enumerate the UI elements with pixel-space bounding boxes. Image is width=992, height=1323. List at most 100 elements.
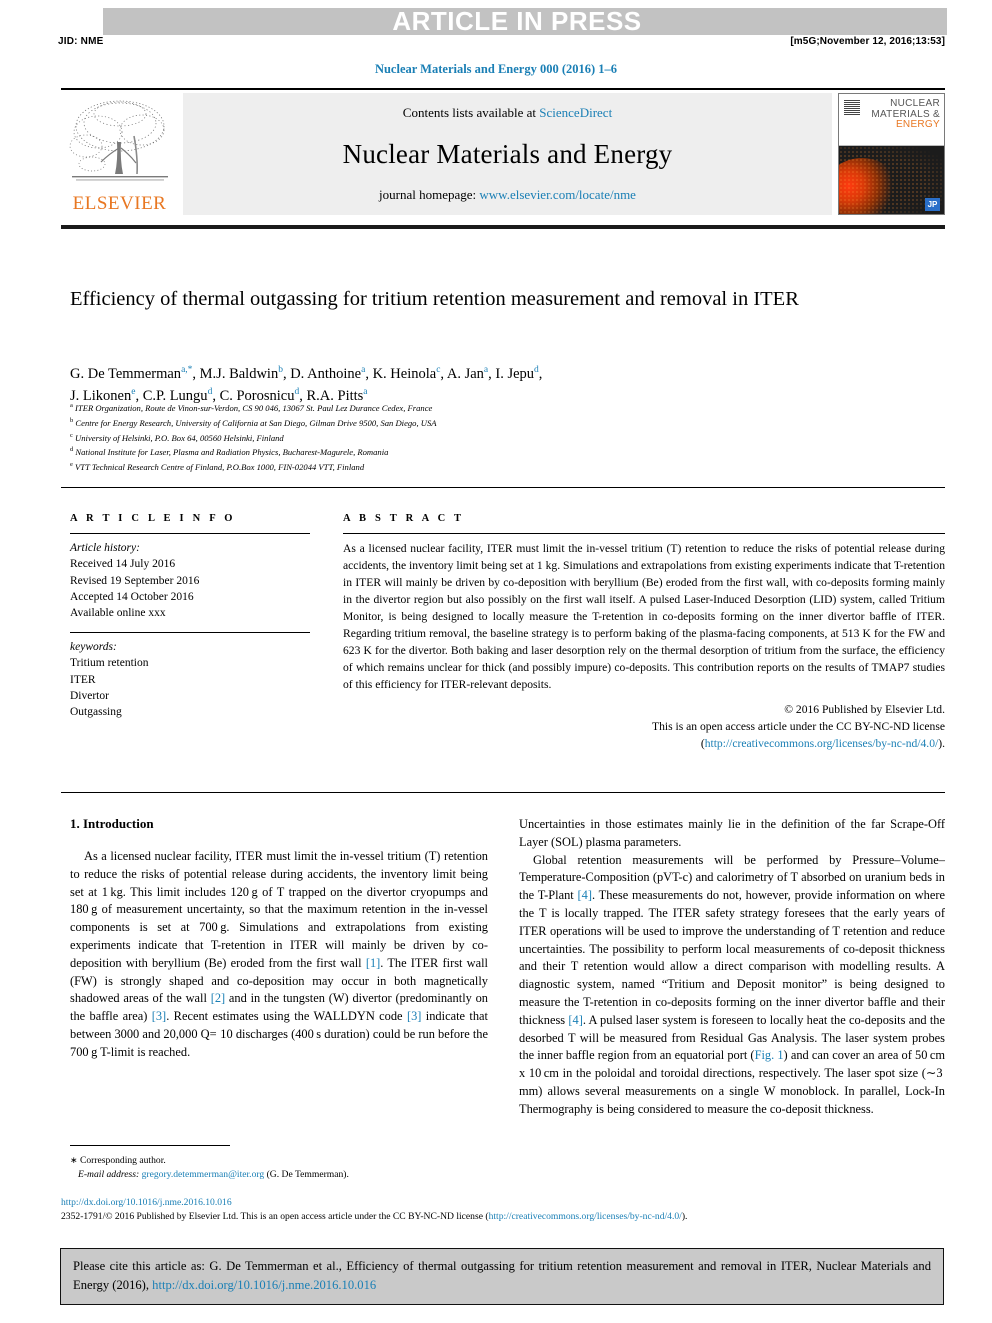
corresponding-author-text: Corresponding author. [79, 1155, 166, 1166]
elsevier-wordmark: ELSEVIER [72, 193, 167, 214]
copyright-line: © 2016 Published by Elsevier Ltd. [784, 703, 945, 717]
homepage-prefix: journal homepage: [379, 187, 480, 202]
citation-ref[interactable]: [3] [152, 1009, 166, 1023]
page-title: Efficiency of thermal outgassing for tri… [70, 287, 799, 310]
author-affil-mark: a [363, 387, 368, 398]
history-item: Received 14 July 2016 [70, 558, 176, 571]
article-in-press-banner: ARTICLE IN PRESS [103, 5, 947, 35]
keywords-block: keywords: Tritium retention ITER Diverto… [70, 639, 310, 721]
journal-reference-line: Nuclear Materials and Energy 000 (2016) … [374, 62, 618, 76]
citation-ref[interactable]: [4] [568, 1013, 582, 1027]
keywords-rule [70, 631, 310, 634]
abstract-body: As a licensed nuclear facility, ITER mus… [343, 542, 945, 692]
elsevier-logo: ELSEVIER [61, 93, 178, 215]
asterisk-icon: ∗ [70, 1155, 78, 1165]
masthead-bottom-rule [61, 225, 945, 229]
cite-doi-link[interactable]: http://dx.doi.org/10.1016/j.nme.2016.10.… [152, 1278, 376, 1292]
citation-ref[interactable]: [3] [407, 1009, 421, 1023]
body-left-column: 1. Introduction As a licensed nuclear fa… [70, 816, 488, 1062]
affiliation-item: a ITER Organization, Route de Vinon-sur-… [70, 401, 870, 416]
history-item: Accepted 14 October 2016 [70, 590, 194, 603]
keyword-item: Tritium retention [70, 657, 149, 670]
citation-ref[interactable]: [1] [366, 956, 380, 970]
footnote-rule [70, 1145, 230, 1146]
author-affil-mark: d [294, 387, 300, 398]
journal-title: Nuclear Materials and Energy [342, 138, 673, 169]
paren-close: ). [938, 736, 945, 750]
body-paragraph: Uncertainties in those estimates mainly … [519, 817, 945, 849]
author-affil-mark: a,* [181, 365, 193, 376]
affiliation-text: Centre for Energy Research, University o… [75, 417, 437, 428]
body-section-top-rule [61, 792, 945, 793]
masthead-top-rule [61, 88, 945, 90]
figure-ref[interactable]: Fig. 1 [755, 1048, 784, 1062]
affiliation-mark: a [70, 402, 73, 409]
footnote-block: ∗ Corresponding author. E-mail address: … [70, 1154, 490, 1183]
affiliation-mark: c [70, 431, 73, 439]
journal-homepage-link[interactable]: www.elsevier.com/locate/nme [479, 187, 636, 202]
please-cite-box: Please cite this article as: G. De Temme… [60, 1248, 944, 1305]
keyword-item: Outgassing [70, 706, 122, 719]
journal-cover-thumbnail: NUCLEAR MATERIALS & ENERGY JP [838, 93, 945, 215]
cover-top-band: NUCLEAR MATERIALS & ENERGY [839, 94, 944, 146]
corresponding-email-link[interactable]: gregory.detemmerman@iter.org [142, 1169, 265, 1180]
article-info-heading: A R T I C L E I N F O [70, 513, 236, 524]
elsevier-tree-icon [69, 100, 168, 181]
article-history-label: Article history: [70, 542, 140, 554]
doi-link[interactable]: http://dx.doi.org/10.1016/j.nme.2016.10.… [61, 1196, 945, 1210]
affiliation-text: ITER Organization, Route de Vinon-sur-Ve… [75, 402, 433, 413]
abstract-copyright: © 2016 Published by Elsevier Ltd. This i… [343, 702, 945, 752]
email-owner: (G. De Temmerman). [266, 1169, 349, 1181]
creative-commons-link[interactable]: http://creativecommons.org/licenses/by-n… [705, 737, 939, 750]
issn-license-line: 2352-1791/© 2016 Published by Elsevier L… [61, 1210, 945, 1224]
article-in-press-label: ARTICLE IN PRESS [392, 5, 642, 36]
body-paragraph: Global retention measurements will be pe… [519, 852, 946, 1116]
affiliation-list: a ITER Organization, Route de Vinon-sur-… [70, 401, 870, 475]
journal-homepage-line: journal homepage: www.elsevier.com/locat… [379, 187, 636, 203]
affiliation-item: b Centre for Energy Research, University… [70, 416, 870, 431]
cover-artwork: JP [839, 146, 944, 214]
doi-issn-block: http://dx.doi.org/10.1016/j.nme.2016.10.… [61, 1196, 945, 1225]
issn-prefix: 2352-1791/© 2016 Published by Elsevier L… [61, 1211, 489, 1223]
affiliation-text: VTT Technical Research Centre of Finland… [75, 461, 365, 472]
keywords-label: keywords: [70, 641, 117, 654]
abstract-heading: A B S T R A C T [343, 513, 465, 524]
affiliation-mark: d [70, 446, 74, 454]
cover-title-text: NUCLEAR MATERIALS & ENERGY [871, 98, 940, 131]
issn-license-link[interactable]: http://creativecommons.org/licenses/by-n… [489, 1211, 682, 1222]
keyword-item: ITER [70, 673, 96, 686]
email-label: E-mail address: [78, 1169, 140, 1181]
info-section-top-rule [61, 487, 945, 488]
section-heading-introduction: 1. Introduction [70, 816, 154, 831]
author-affil-mark: c [436, 365, 441, 376]
history-item: Available online xxx [70, 607, 166, 620]
affiliation-item: c University of Helsinki, P.O. Box 64, 0… [70, 431, 870, 446]
citation-ref[interactable]: [4] [578, 888, 592, 902]
citation-ref[interactable]: [2] [211, 991, 225, 1005]
author-affil-mark: a [361, 365, 366, 376]
author-affil-mark: d [207, 387, 213, 398]
abstract-column: A B S T R A C T As a licensed nuclear fa… [343, 513, 945, 753]
typesetter-stamp: [m5G;November 12, 2016;13:53] [790, 36, 945, 47]
affiliation-item: d National Institute for Laser, Plasma a… [70, 445, 870, 460]
author-affil-mark: e [131, 387, 136, 398]
affiliation-mark: b [70, 416, 74, 424]
article-info-rule [70, 533, 310, 534]
cover-elsevier-icon [844, 100, 860, 116]
issn-suffix: ). [681, 1211, 688, 1223]
body-right-column: Uncertainties in those estimates mainly … [519, 816, 945, 1119]
keyword-item: Divertor [70, 690, 109, 703]
paper-page: ARTICLE IN PRESS JID: NME [m5G;November … [0, 0, 992, 1323]
abstract-rule [343, 533, 945, 534]
email-note: E-mail address: gregory.detemmerman@iter… [70, 1168, 490, 1182]
journal-masthead: ELSEVIER Contents lists available at Sci… [61, 93, 945, 215]
corresponding-author-note: ∗ Corresponding author. [70, 1154, 490, 1168]
article-history-block: Article history: Received 14 July 2016 R… [70, 540, 310, 622]
jid-label: JID: NME [58, 36, 104, 47]
affiliation-text: National Institute for Laser, Plasma and… [75, 447, 389, 458]
license-line: This is an open access article under the… [652, 720, 945, 734]
sciencedirect-link[interactable]: ScienceDirect [539, 105, 612, 120]
affiliation-text: University of Helsinki, P.O. Box 64, 005… [75, 432, 284, 443]
author-affil-mark: b [278, 365, 283, 376]
affiliation-item: e VTT Technical Research Centre of Finla… [70, 460, 870, 475]
